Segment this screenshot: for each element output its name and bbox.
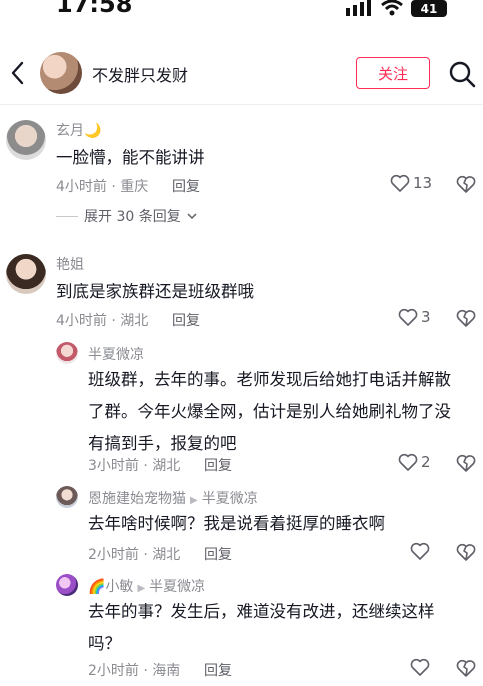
like-button[interactable]: 13	[390, 174, 432, 192]
heart-icon	[398, 453, 418, 471]
dislike-button[interactable]	[456, 454, 476, 474]
divider	[0, 104, 483, 105]
avatar[interactable]	[56, 486, 78, 508]
comment-meta: 4小时前 · 重庆	[56, 179, 149, 195]
reply-author[interactable]: 半夏微凉	[88, 344, 144, 364]
search-button[interactable]	[448, 60, 476, 88]
broken-heart-icon	[456, 659, 476, 677]
follow-button[interactable]: 关注	[356, 57, 430, 89]
dislike-button[interactable]	[456, 659, 476, 679]
avatar[interactable]	[56, 574, 78, 596]
heart-icon	[410, 542, 430, 560]
comment-text[interactable]: 到底是家族群还是班级群哦	[56, 276, 254, 308]
broken-heart-icon	[456, 543, 476, 561]
expand-label: 展开 30 条回复	[84, 209, 181, 225]
avatar[interactable]	[6, 120, 46, 160]
dislike-button[interactable]	[456, 175, 476, 195]
reply-author[interactable]: 恩施建始宠物猫 ▶ 半夏微凉	[88, 488, 258, 508]
comment-meta: 4小时前 · 湖北	[56, 313, 149, 329]
reply-meta: 2小时前 · 湖北	[88, 547, 181, 563]
chevron-down-icon	[187, 213, 197, 220]
reply-button[interactable]: 回复	[204, 544, 232, 564]
reply-arrow-icon: ▶	[137, 583, 146, 594]
like-count: 3	[421, 308, 431, 326]
broken-heart-icon	[456, 309, 476, 327]
broken-heart-icon	[456, 454, 476, 472]
profile-avatar[interactable]	[40, 52, 82, 94]
signal-icon	[346, 0, 371, 16]
avatar[interactable]	[6, 254, 46, 294]
reply-button[interactable]: 回复	[172, 176, 200, 196]
comment-author[interactable]: 艳姐	[56, 254, 84, 274]
reply-meta: 3小时前 · 湖北	[88, 458, 181, 474]
expand-replies[interactable]: 展开 30 条回复	[56, 206, 197, 226]
back-button[interactable]	[6, 58, 30, 88]
dislike-button[interactable]	[456, 543, 476, 563]
search-icon	[449, 61, 476, 88]
reply-text[interactable]: 去年的事？发生后，难道没有改进，还继续这样 吗？	[88, 596, 435, 660]
reply-author[interactable]: 🌈小敏 ▶ 半夏微凉	[88, 576, 205, 596]
comment-text[interactable]: 一脸懵，能不能讲讲	[56, 142, 205, 174]
like-button[interactable]	[410, 658, 433, 676]
reply-text[interactable]: 去年啥时候啊？我是说看着挺厚的睡衣啊	[88, 508, 385, 540]
heart-icon	[410, 658, 430, 676]
heart-icon	[390, 174, 410, 192]
reply-meta: 2小时前 · 海南	[88, 663, 181, 679]
dislike-button[interactable]	[456, 309, 476, 329]
reply-button[interactable]: 回复	[204, 455, 232, 475]
broken-heart-icon	[456, 175, 476, 193]
status-time: 17:58	[56, 0, 133, 18]
like-button[interactable]: 3	[398, 308, 431, 326]
chevron-left-icon	[11, 61, 24, 85]
battery-level: 41	[420, 1, 438, 16]
like-button[interactable]	[410, 542, 433, 560]
battery-icon: 41	[411, 0, 447, 17]
reply-arrow-icon: ▶	[190, 495, 198, 506]
like-count: 2	[421, 453, 431, 471]
status-bar: 17:58 41	[0, 0, 483, 22]
heart-icon	[398, 308, 418, 326]
reply-text[interactable]: 班级群，去年的事。老师发现后给她打电话并解散 了群。今年火爆全网，估计是别人给她…	[88, 364, 451, 460]
divider	[56, 215, 78, 217]
like-count: 13	[413, 174, 433, 192]
avatar[interactable]	[56, 342, 78, 364]
comment-author[interactable]: 玄月🌙	[56, 120, 101, 140]
reply-button[interactable]: 回复	[172, 310, 200, 330]
status-icons: 41	[345, 0, 447, 18]
top-nav: 不发胖只发财 关注	[0, 48, 483, 98]
wifi-icon	[381, 0, 403, 16]
like-button[interactable]: 2	[398, 453, 431, 471]
reply-button[interactable]: 回复	[204, 660, 232, 680]
profile-name[interactable]: 不发胖只发财	[92, 62, 188, 86]
